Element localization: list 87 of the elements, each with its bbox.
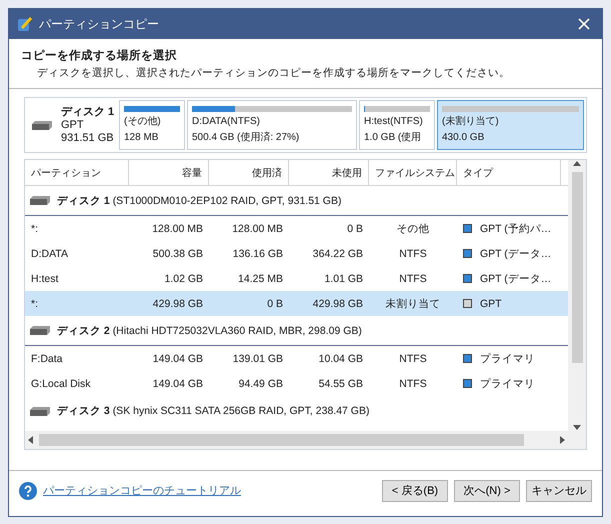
scroll-up-arrow-icon[interactable] bbox=[573, 160, 581, 168]
dialog-button[interactable]: 次へ(N) > bbox=[454, 480, 520, 502]
table-cell-text: 54.55 GB bbox=[318, 378, 364, 390]
partition-block[interactable]: (その他) 128 MB bbox=[119, 100, 185, 150]
table-cell-text: *: bbox=[30, 222, 40, 234]
table-cell-text: 10.04 GB bbox=[318, 352, 364, 364]
table-cell-text: *: bbox=[30, 298, 40, 310]
hard-drive-icon bbox=[29, 326, 51, 335]
partition-block[interactable]: H:test(NTFS) 1.0 GB (使用 bbox=[359, 100, 435, 150]
column-header[interactable]: ファイルシステム bbox=[369, 160, 457, 186]
table-cell-text: 429.98 GB bbox=[152, 298, 204, 310]
table-cell-text: 1.02 GB bbox=[163, 272, 204, 284]
disk-scheme: GPT bbox=[61, 118, 85, 132]
window-title: パーティションコピー bbox=[39, 16, 160, 32]
copy-wand-icon bbox=[17, 16, 33, 32]
table-cell-text: 1.01 GB bbox=[323, 272, 364, 284]
partition-size: 1.0 GB (使用 bbox=[364, 132, 422, 144]
table-cell-text: 149.04 GB bbox=[152, 378, 204, 390]
hard-drive-icon bbox=[29, 196, 51, 205]
partition-row[interactable]: *: 429.98 GB 0 B 429.98 GB 未割り当て GPT bbox=[25, 291, 568, 316]
table-cell: プライマリ bbox=[480, 352, 535, 366]
table-cell-text: 128.00 MB bbox=[151, 222, 204, 234]
table-cell-text: 139.01 GB bbox=[232, 352, 284, 364]
table-cell: GPT (予約パ… bbox=[480, 222, 552, 236]
scroll-down-arrow-icon[interactable] bbox=[573, 423, 581, 431]
hard-drive-icon bbox=[31, 120, 53, 130]
column-header[interactable]: 未使用 bbox=[289, 160, 369, 186]
disk-name: ディスク 1 bbox=[61, 106, 114, 118]
partition-row[interactable]: G:Local Disk 149.04 GB 94.49 GB 54.55 GB NTFS プライマリ bbox=[25, 371, 568, 396]
table-cell-text: NTFS bbox=[398, 248, 428, 260]
scroll-right-arrow-icon[interactable] bbox=[558, 436, 566, 444]
table-cell-text: F:Data bbox=[30, 352, 64, 364]
partition-row[interactable]: F:Data 149.04 GB 139.01 GB 10.04 GB NTFS プライマリ bbox=[25, 346, 568, 371]
partition-row[interactable]: *: 128.00 MB 128.00 MB 0 B その他 GPT (予約パ… bbox=[25, 216, 568, 241]
table-cell: プライマリ bbox=[480, 376, 535, 390]
table-cell-text: 未割り当て bbox=[384, 296, 442, 310]
disk-row-label[interactable]: ディスク 1 (ST1000DM010-2EP102 RAID, GPT, 931.51 GB) bbox=[57, 194, 342, 208]
partition-row[interactable]: H:test 1.02 GB 14.25 MB 1.01 GB NTFS GPT (データ… bbox=[25, 266, 568, 291]
partition-label: H:test(NTFS) bbox=[364, 116, 424, 128]
table-cell-text: 94.49 GB bbox=[238, 378, 284, 390]
help-icon[interactable] bbox=[19, 482, 37, 500]
partition-label: (その他) bbox=[124, 116, 162, 128]
partition-block[interactable]: (未割り当て) 430.0 GB bbox=[437, 100, 584, 150]
table-cell-text: 364.22 GB bbox=[312, 248, 364, 260]
usage-bar bbox=[124, 106, 180, 112]
table-cell: GPT (データ… bbox=[480, 272, 552, 286]
table-cell-text: 429.98 GB bbox=[312, 298, 364, 310]
partition-row[interactable]: D:DATA 500.38 GB 136.16 GB 364.22 GB NTFS GPT (データ… bbox=[25, 241, 568, 266]
usage-bar bbox=[364, 106, 430, 112]
table-cell-text: 14.25 MB bbox=[237, 272, 284, 284]
section-description: ディスクを選択し、選択されたパーティションのコピーを作成する場所をマークしてください。 bbox=[36, 66, 511, 80]
partition-size: 128 MB bbox=[124, 132, 160, 144]
table-cell-text: 136.16 GB bbox=[232, 248, 284, 260]
table-cell-text: NTFS bbox=[398, 378, 428, 390]
table-cell-text: その他 bbox=[396, 222, 430, 236]
table-cell-text: 500.38 GB bbox=[152, 248, 204, 260]
dialog-button[interactable]: < 戻る(B) bbox=[382, 480, 448, 502]
table-cell-text: 0 B bbox=[346, 222, 364, 234]
disk-size: 931.51 GB bbox=[61, 132, 114, 144]
column-header[interactable]: 容量 bbox=[129, 160, 209, 186]
partition-size: 500.4 GB (使用済: 27%) bbox=[192, 132, 300, 144]
table-cell: GPT bbox=[480, 298, 502, 310]
dialog-button[interactable]: キャンセル bbox=[526, 480, 592, 502]
section-title: コピーを作成する場所を選択 bbox=[21, 48, 178, 63]
horizontal-scrollbar[interactable] bbox=[25, 431, 568, 449]
hard-drive-icon bbox=[29, 406, 51, 416]
table-cell-text: H:test bbox=[30, 272, 60, 284]
column-header[interactable]: 使用済 bbox=[209, 160, 289, 186]
scroll-left-arrow-icon[interactable] bbox=[27, 436, 35, 444]
table-cell-text: 0 B bbox=[266, 298, 284, 310]
partition-size: 430.0 GB bbox=[442, 132, 486, 144]
table-cell: GPT (データ… bbox=[480, 246, 552, 260]
table-cell-text: 149.04 GB bbox=[152, 352, 204, 364]
table-cell-text: G:Local Disk bbox=[30, 378, 92, 390]
disk-row-label[interactable]: ディスク 2 (Hitachi HDT725032VLA360 RAID, MBR, 298.09 GB) bbox=[57, 324, 362, 338]
disk-row-label[interactable]: ディスク 3 (SK hynix SC311 SATA 256GB RAID, GPT, 238.47 GB) bbox=[57, 404, 370, 418]
partition-label: (未割り当て) bbox=[442, 116, 500, 128]
tutorial-link[interactable]: パーティションコピーのチュートリアル bbox=[43, 483, 376, 498]
vertical-scrollbar[interactable] bbox=[568, 160, 586, 431]
table-cell-text: 128.00 MB bbox=[231, 222, 284, 234]
partition-block[interactable]: D:DATA(NTFS) 500.4 GB (使用済: 27%) bbox=[187, 100, 357, 150]
table-cell-text: D:DATA bbox=[30, 248, 69, 260]
column-header[interactable]: パーティション bbox=[25, 160, 129, 186]
column-header[interactable]: タイプ bbox=[457, 160, 561, 186]
partition-label: D:DATA(NTFS) bbox=[192, 116, 261, 128]
table-cell-text: NTFS bbox=[398, 352, 428, 364]
table-cell-text: NTFS bbox=[398, 272, 428, 284]
